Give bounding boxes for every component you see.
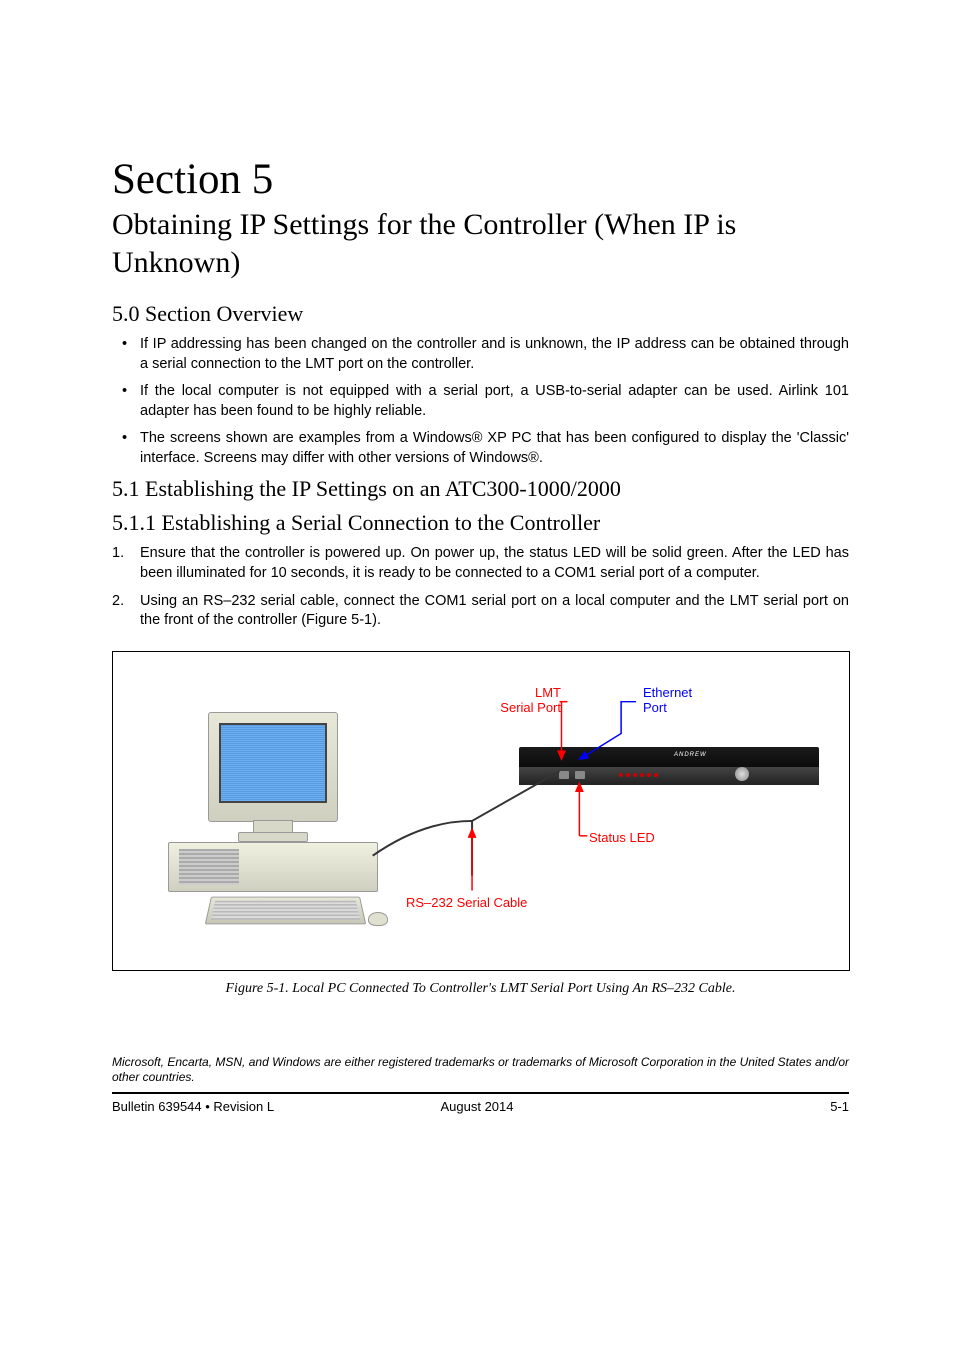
heading-overview: 5.0 Section Overview — [112, 301, 849, 327]
label-lmt: LMTSerial Port — [481, 685, 561, 716]
section-number: Section 5 — [112, 155, 849, 204]
label-cable: RS–232 Serial Cable — [406, 895, 527, 911]
pc-illustration — [148, 712, 393, 937]
page-footer: Bulletin 639544 • Revision L August 2014… — [112, 1099, 849, 1114]
step-text: Ensure that the controller is powered up… — [140, 545, 849, 581]
step-item: 1.Ensure that the controller is powered … — [112, 544, 849, 583]
step-text: Using an RS–232 serial cable, connect th… — [140, 593, 849, 629]
trademark-notice: Microsoft, Encarta, MSN, and Windows are… — [112, 1055, 849, 1086]
bullet-item: If IP addressing has been changed on the… — [112, 335, 849, 374]
keyboard-icon — [205, 896, 366, 924]
section-subtitle: Obtaining IP Settings for the Controller… — [112, 206, 849, 281]
device-logo: ANDREW — [674, 752, 707, 758]
label-status-led: Status LED — [589, 830, 655, 846]
mouse-icon — [368, 912, 388, 926]
steps-list: 1.Ensure that the controller is powered … — [112, 544, 849, 630]
figure-5-1: ANDREW LMTSerial Port EthernetPort Statu… — [112, 651, 850, 971]
bullet-item: If the local computer is not equipped wi… — [112, 382, 849, 421]
footer-page-number: 5-1 — [830, 1099, 849, 1114]
heading-5-1: 5.1 Establishing the IP Settings on an A… — [112, 476, 849, 502]
controller-device-icon: ANDREW — [519, 747, 819, 785]
monitor-icon — [208, 712, 338, 822]
footer-bulletin: Bulletin 639544 • Revision L — [112, 1099, 274, 1114]
footer-divider — [112, 1092, 849, 1094]
label-ethernet: EthernetPort — [643, 685, 692, 716]
heading-5-1-1: 5.1.1 Establishing a Serial Connection t… — [112, 510, 849, 536]
footer-date: August 2014 — [440, 1099, 513, 1114]
overview-bullets: If IP addressing has been changed on the… — [112, 335, 849, 468]
figure-caption: Figure 5-1. Local PC Connected To Contro… — [112, 981, 849, 997]
step-item: 2.Using an RS–232 serial cable, connect … — [112, 592, 849, 631]
bullet-item: The screens shown are examples from a Wi… — [112, 429, 849, 468]
tower-icon — [168, 842, 378, 892]
